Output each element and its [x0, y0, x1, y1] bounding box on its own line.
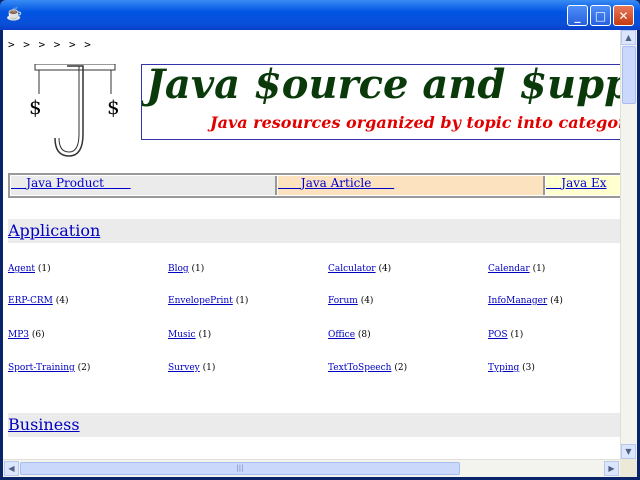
- category-count: (2): [77, 363, 91, 373]
- app-window: ☕ _ □ ✕ > > > > > > $ $ Java $ource and …: [0, 0, 640, 480]
- category-count: (1): [510, 330, 524, 340]
- minimize-button[interactable]: _: [567, 5, 588, 26]
- logo-dollar-right: $: [107, 95, 120, 119]
- category-count: (1): [202, 363, 216, 373]
- category-item: InfoManager (4): [488, 296, 563, 306]
- category-tabs: Java Product Java Article Java Ex: [8, 173, 620, 198]
- title-bar[interactable]: ☕ _ □ ✕: [0, 0, 640, 30]
- category-count: (8): [357, 330, 371, 340]
- banner-title: Java $ource and $upport: [146, 64, 620, 108]
- tab-java-product[interactable]: Java Product: [11, 176, 277, 195]
- site-banner: Java $ource and $upport Java resources o…: [141, 64, 620, 140]
- category-link[interactable]: EnvelopePrint: [168, 296, 233, 306]
- tab-label: [104, 176, 131, 190]
- tab-java-example[interactable]: Java Ex: [546, 176, 620, 195]
- scroll-left-button[interactable]: ◀: [4, 461, 19, 476]
- breadcrumb[interactable]: > > > > > >: [8, 38, 92, 51]
- tab-label: [11, 176, 26, 190]
- section-header-business: Business: [8, 413, 620, 437]
- tab-label[interactable]: Java Article: [301, 176, 371, 190]
- category-item: Calendar (1): [488, 264, 545, 274]
- category-count: (6): [31, 330, 45, 340]
- tab-label: [546, 176, 561, 190]
- category-link[interactable]: ERP-CRM: [8, 296, 53, 306]
- category-link[interactable]: Blog: [168, 264, 189, 274]
- vertical-scrollbar[interactable]: ▲ ▼: [620, 30, 637, 459]
- banner-subtitle: Java resources organized by topic into c…: [210, 113, 620, 132]
- category-count: (1): [235, 296, 249, 306]
- logo-dollar-left: $: [29, 95, 42, 119]
- category-item: Office (8): [328, 330, 371, 340]
- category-item: Sport-Training (2): [8, 363, 90, 373]
- category-count: (3): [522, 363, 535, 373]
- category-count: (1): [37, 264, 51, 274]
- category-item: MP3 (6): [8, 330, 45, 340]
- tab-java-article[interactable]: Java Article: [278, 176, 545, 195]
- category-count: (1): [532, 264, 546, 274]
- category-count: (4): [360, 296, 374, 306]
- category-item: Calculator (4): [328, 264, 391, 274]
- tab-label[interactable]: Java Ex: [561, 176, 606, 190]
- category-count: (2): [394, 363, 408, 373]
- category-item: Music (1): [168, 330, 211, 340]
- category-item: Typing (3): [488, 363, 535, 373]
- category-link[interactable]: InfoManager: [488, 296, 547, 306]
- category-link[interactable]: POS: [488, 330, 508, 340]
- section-title-business[interactable]: Business: [8, 415, 80, 434]
- tab-label[interactable]: Java Product: [26, 176, 104, 190]
- category-item: ERP-CRM (4): [8, 296, 68, 306]
- horizontal-scrollbar[interactable]: ◀ ||| ▶: [3, 459, 620, 477]
- category-count: (1): [191, 264, 205, 274]
- category-link[interactable]: Typing: [488, 363, 519, 373]
- category-link[interactable]: Sport-Training: [8, 363, 75, 373]
- scroll-corner: [620, 459, 637, 477]
- category-link[interactable]: Calendar: [488, 264, 530, 274]
- category-link[interactable]: Calculator: [328, 264, 376, 274]
- category-item: Survey (1): [168, 363, 215, 373]
- section-header-application: Application: [8, 219, 620, 243]
- category-link[interactable]: MP3: [8, 330, 29, 340]
- category-item: Agent (1): [8, 264, 51, 274]
- category-link[interactable]: Agent: [8, 264, 35, 274]
- category-item: TextToSpeech (2): [328, 363, 407, 373]
- horizontal-scroll-thumb[interactable]: |||: [20, 462, 460, 475]
- category-item: Blog (1): [168, 264, 204, 274]
- page-content: > > > > > > $ $ Java $ource and $upport …: [3, 30, 620, 459]
- category-link[interactable]: Forum: [328, 296, 358, 306]
- category-link[interactable]: Music: [168, 330, 196, 340]
- scroll-up-button[interactable]: ▲: [621, 30, 636, 45]
- category-item: Forum (4): [328, 296, 373, 306]
- section-title-application[interactable]: Application: [8, 221, 100, 240]
- category-item: POS (1): [488, 330, 523, 340]
- category-item: EnvelopePrint (1): [168, 296, 248, 306]
- category-link[interactable]: Office: [328, 330, 355, 340]
- category-count: (4): [55, 296, 69, 306]
- tab-label: [371, 176, 394, 190]
- close-button[interactable]: ✕: [613, 5, 634, 26]
- scroll-right-button[interactable]: ▶: [604, 461, 619, 476]
- browser-frame: > > > > > > $ $ Java $ource and $upport …: [3, 30, 637, 477]
- scroll-down-button[interactable]: ▼: [621, 444, 636, 459]
- category-count: (4): [378, 264, 392, 274]
- maximize-button[interactable]: □: [590, 5, 611, 26]
- vertical-scroll-thumb[interactable]: [622, 46, 636, 104]
- java-logo: $ $: [29, 64, 120, 157]
- category-link[interactable]: TextToSpeech: [328, 363, 391, 373]
- category-link[interactable]: Survey: [168, 363, 200, 373]
- category-count: (4): [550, 296, 563, 306]
- category-count: (1): [198, 330, 212, 340]
- tab-label: [278, 176, 301, 190]
- java-cup-icon: ☕: [6, 7, 23, 22]
